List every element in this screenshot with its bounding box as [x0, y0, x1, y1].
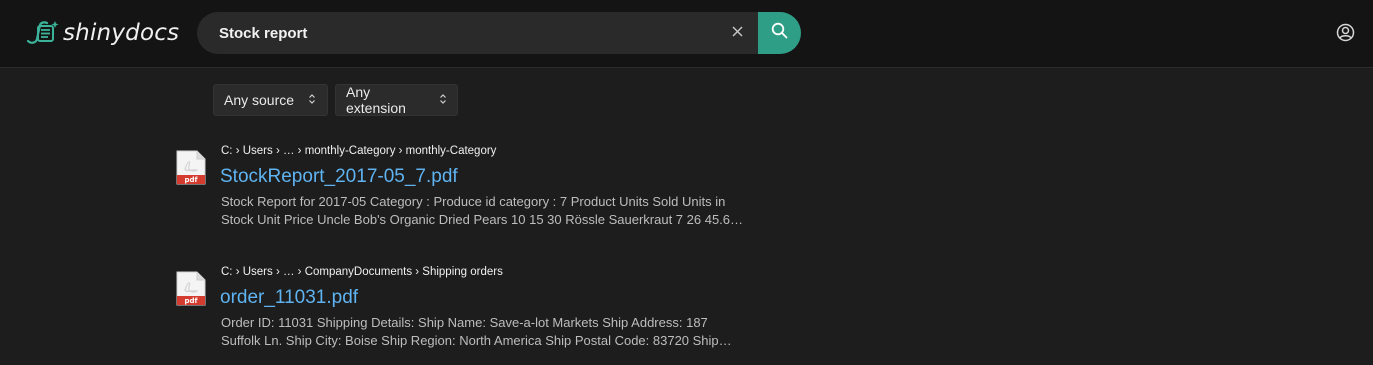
breadcrumb: C: › Users › … › CompanyDocuments › Ship… — [221, 266, 503, 278]
close-icon — [732, 24, 743, 42]
extension-filter-label: Any extension — [346, 84, 406, 116]
chevron-up-down-icon — [439, 92, 447, 108]
snippet-line: Order ID: 11031 Shipping Details: Ship N… — [221, 315, 708, 330]
search-bar — [197, 12, 801, 54]
pdf-file-icon: pdf — [176, 271, 206, 306]
result-title-link[interactable]: order_11031.pdf — [220, 287, 358, 309]
filter-bar: Any source Any extension — [213, 84, 458, 116]
snippet-line: Suffolk Ln. Ship City: Boise Ship Region… — [221, 333, 732, 348]
source-filter-select[interactable]: Any source — [213, 84, 328, 116]
extension-filter-select[interactable]: Any extension — [335, 84, 458, 116]
result-snippet: Order ID: 11031 Shipping Details: Ship N… — [221, 314, 761, 350]
logo[interactable]: shinydocs — [25, 18, 179, 48]
search-button[interactable] — [758, 12, 801, 54]
chevron-up-down-icon — [308, 92, 316, 108]
breadcrumb: C: › Users › … › monthly-Category › mont… — [221, 145, 497, 157]
clear-search-button[interactable] — [727, 23, 747, 43]
top-bar: shinydocs — [0, 0, 1373, 68]
result-snippet: Stock Report for 2017-05 Category : Prod… — [221, 193, 761, 229]
search-icon — [771, 22, 788, 44]
logo-text: shinydocs — [63, 20, 180, 46]
source-filter-label: Any source — [224, 92, 295, 108]
file-type-label: pdf — [184, 176, 198, 184]
file-type-label: pdf — [184, 297, 198, 305]
account-button[interactable] — [1335, 22, 1356, 43]
search-input[interactable] — [219, 12, 719, 54]
user-circle-icon — [1335, 23, 1356, 47]
shinydocs-logo-icon — [25, 20, 59, 46]
pdf-file-icon: pdf — [176, 150, 206, 185]
result-title-link[interactable]: StockReport_2017-05_7.pdf — [220, 166, 458, 188]
snippet-line: Stock Report for 2017-05 Category : Prod… — [221, 194, 726, 209]
snippet-line: Stock Unit Price Uncle Bob's Organic Dri… — [221, 212, 744, 227]
